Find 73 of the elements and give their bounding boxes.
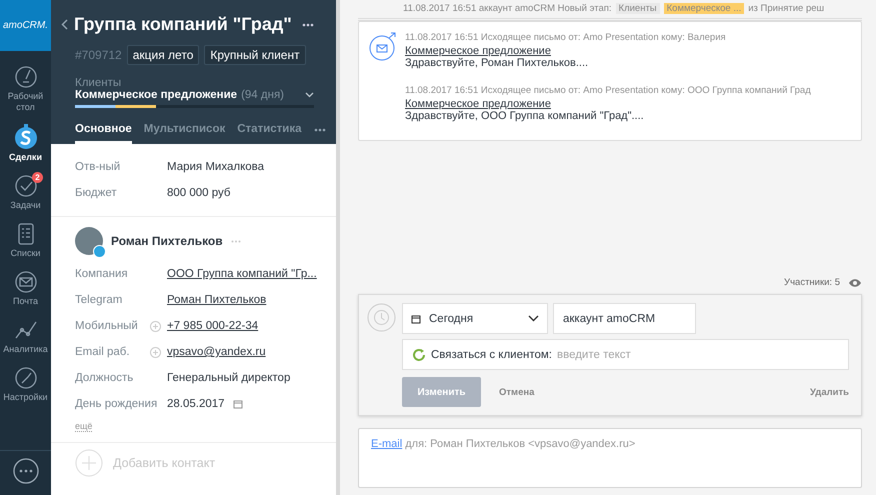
eye-icon[interactable] — [848, 278, 862, 288]
calendar-icon[interactable] — [232, 399, 243, 409]
stage-chip: Клиенты — [616, 2, 660, 14]
check-icon — [14, 174, 38, 198]
stage-days: (94 дня) — [241, 89, 305, 101]
pipeline-name: Клиенты — [75, 77, 122, 89]
back-icon[interactable] — [61, 19, 68, 30]
mail-preview: Здравствуйте, ООО Группа компаний "Град".... — [405, 110, 645, 122]
nav-item[interactable]: Сделки — [0, 120, 51, 167]
field-label: Мобильный — [75, 320, 139, 332]
field-label: Должность — [75, 372, 134, 384]
mail-preview: Здравствуйте, Роман Пихтельков.... — [405, 57, 590, 69]
stage-chip: Коммерческое ... — [664, 2, 744, 14]
outgoing-mail-icon — [369, 32, 397, 62]
telegram-icon — [93, 245, 106, 258]
nav-item[interactable]: Задачи 2 — [0, 170, 51, 215]
email-composer[interactable]: E-mail для: Роман Пихтельков <vpsavo@yandex.ru> — [358, 428, 862, 488]
field-value: 28.05.2017 — [167, 398, 225, 410]
nav-item[interactable]: Рабочий стол — [0, 61, 51, 117]
calendar-icon — [411, 314, 421, 324]
field-label: Telegram — [75, 294, 124, 306]
event-text: из Принятие реш — [748, 2, 824, 14]
plus-circle-icon — [75, 449, 103, 477]
chat-icon[interactable] — [12, 457, 40, 485]
deal-title: Группа компаний "Град" — [74, 14, 293, 35]
mail-meta: 11.08.2017 16:51 Исходящее письмо от: Amo Presentation кому: ООО Группа компаний Град — [405, 85, 811, 96]
field-link[interactable]: Роман Пихтельков — [167, 294, 266, 306]
tab[interactable]: Статистика — [237, 123, 302, 144]
nav-item[interactable]: Почта — [0, 266, 51, 311]
field-link[interactable]: vpsavo@yandex.ru — [167, 346, 266, 358]
field-value: Генеральный директор — [167, 372, 290, 384]
field-link[interactable]: ООО Группа компаний "Гр... — [167, 268, 317, 280]
stage-name[interactable]: Коммерческое предложение — [75, 89, 238, 101]
field-value: Мария Михалкова — [167, 161, 264, 173]
chevron-down-icon — [528, 315, 539, 322]
field-label: Компания — [75, 268, 129, 280]
field-value: 800 000 руб — [167, 187, 230, 199]
delete-button[interactable]: Удалить — [810, 386, 849, 398]
count-badge: 2 — [32, 172, 43, 183]
tab[interactable]: Мультисписок — [144, 123, 226, 144]
contact-name[interactable]: Роман Пихтельков — [111, 234, 223, 248]
participants-count: Участники: 5 — [784, 277, 840, 288]
field-label: День рождения — [75, 398, 158, 410]
chevron-down-icon[interactable] — [305, 92, 314, 98]
clock-icon — [367, 303, 396, 332]
nav-item[interactable]: Списки — [0, 218, 51, 263]
field-link[interactable]: +7 985 000-22-34 — [167, 320, 258, 332]
nav-item[interactable]: Настройки — [0, 362, 51, 407]
field-label: Отв-ный — [75, 161, 122, 173]
email-link[interactable]: E-mail — [371, 438, 402, 450]
nav-item[interactable]: Аналитика — [0, 314, 51, 359]
tag[interactable]: акция лето — [126, 45, 200, 65]
deal-id: #709712 — [75, 48, 122, 62]
more-icon[interactable] — [302, 22, 314, 26]
mail-meta: 11.08.2017 16:51 Исходящее письмо от: Amo Presentation кому: Валерия — [405, 32, 727, 43]
more-icon[interactable] — [314, 128, 326, 132]
dollar-icon — [14, 124, 38, 150]
field-label: Бюджет — [75, 187, 118, 199]
date-dropdown[interactable]: Сегодня — [402, 303, 548, 334]
mail-subject-link[interactable]: Коммерческое предложение — [405, 45, 551, 57]
event-text: 11.08.2017 16:51 аккаунт amoCRM Новый этап: — [403, 2, 612, 14]
mail-subject-link[interactable]: Коммерческое предложение — [405, 98, 551, 110]
cancel-button[interactable]: Отмена — [499, 386, 534, 398]
field-label: Email раб. — [75, 346, 131, 358]
logo[interactable]: amoCRM. — [0, 0, 51, 51]
recipient-text: для: Роман Пихтельков <vpsavo@yandex.ru> — [405, 438, 636, 450]
user-field[interactable]: аккаунт amoCRM — [553, 303, 696, 334]
refresh-icon — [412, 348, 426, 362]
tag[interactable]: Крупный клиент — [204, 45, 306, 65]
mail-icon — [14, 270, 38, 294]
tab[interactable]: Основное — [75, 123, 132, 144]
task-text-field[interactable]: Связаться с клиентом: введите текст — [402, 339, 849, 370]
gauge-icon — [14, 65, 38, 89]
